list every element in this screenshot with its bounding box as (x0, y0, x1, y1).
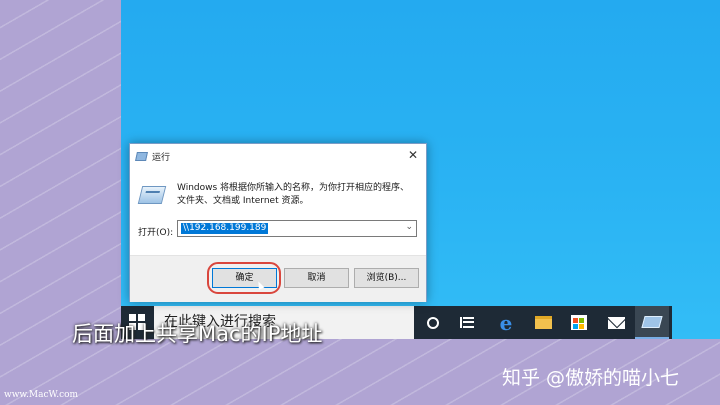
video-subtitle: 后面加上共享Mac的IP地址 (72, 322, 323, 346)
chevron-down-icon[interactable]: ⌄ (405, 222, 413, 232)
dialog-title-bar[interactable]: 运行 ✕ (130, 144, 426, 168)
open-label: 打开(O): (138, 228, 174, 238)
browse-button[interactable]: 浏览(B)... (354, 268, 419, 288)
ok-button[interactable]: 确定 (212, 268, 277, 288)
run-app-icon (137, 186, 167, 204)
dialog-title: 运行 (152, 152, 171, 163)
open-input[interactable]: \\192.168.199.189 ⌄ (177, 220, 417, 237)
open-input-value: \\192.168.199.189 (181, 223, 269, 234)
mail-icon[interactable] (599, 306, 633, 339)
task-view-icon[interactable] (450, 306, 484, 339)
store-icon[interactable] (562, 306, 596, 339)
close-icon[interactable]: ✕ (408, 149, 418, 161)
run-icon (135, 151, 148, 161)
edge-icon[interactable]: e (489, 306, 523, 339)
dialog-description: Windows 将根据你所输入的名称，为你打开相应的程序、文件夹、文档或 Int… (177, 183, 410, 206)
zhihu-watermark: 知乎 @傲娇的喵小七 (502, 367, 680, 389)
run-icon[interactable] (635, 306, 669, 339)
cancel-button[interactable]: 取消 (284, 268, 349, 288)
run-dialog: 运行 ✕ Windows 将根据你所输入的名称，为你打开相应的程序、文件夹、文档… (129, 143, 427, 302)
file-explorer-icon[interactable] (526, 306, 560, 339)
dialog-footer: 确定 取消 浏览(B)... (130, 255, 426, 302)
macw-watermark: www.MacW.com (4, 390, 79, 400)
cortana-icon[interactable] (416, 306, 450, 339)
